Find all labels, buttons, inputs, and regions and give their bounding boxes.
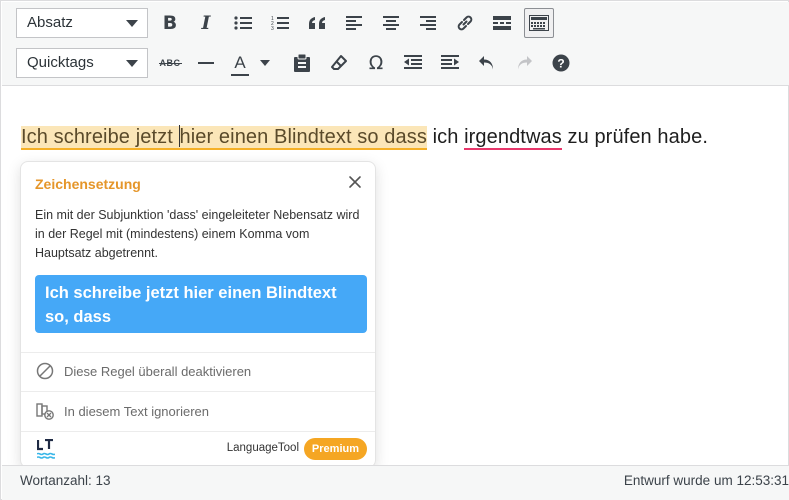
special-character-button[interactable]: Ω — [362, 49, 390, 77]
svg-text:?: ? — [557, 57, 564, 71]
toolbar-toggle-icon — [529, 15, 549, 31]
chevron-down-icon — [126, 60, 138, 67]
divider — [21, 391, 375, 392]
horizontal-line-icon — [198, 62, 214, 64]
strikethrough-button[interactable]: ABC — [156, 49, 184, 77]
horizontal-line-button[interactable] — [192, 49, 220, 77]
plain-text-2: zu prüfen habe. — [561, 126, 708, 148]
suggestion-button[interactable]: Ich schreibe jetzt hier einen Blindtext … — [35, 275, 367, 333]
close-icon — [349, 176, 361, 188]
paste-text-button[interactable] — [288, 49, 316, 77]
editor-frame: Absatz B I 123 Quicktags ABC A Ω ? Ich s… — [0, 0, 789, 500]
indent-icon — [441, 55, 459, 69]
paste-text-icon — [294, 54, 310, 72]
text-color-label: A — [234, 53, 246, 72]
link-icon — [457, 15, 473, 31]
help-icon: ? — [552, 54, 570, 72]
numbered-list-icon: 123 — [271, 16, 289, 31]
divider — [21, 352, 375, 353]
languagetool-popup: Zeichensetzung Ein mit der Subjunktion '… — [20, 161, 376, 468]
redo-icon — [518, 56, 532, 70]
languagetool-brand[interactable]: LanguageTool — [227, 442, 299, 454]
help-button[interactable]: ? — [547, 49, 575, 77]
ignore-icon — [36, 403, 54, 420]
numbered-list-button[interactable]: 123 — [266, 9, 294, 37]
toolbar-toggle-button[interactable] — [524, 8, 554, 38]
text-color-button[interactable]: A — [229, 49, 251, 77]
word-count: Wortanzahl: 13 — [20, 473, 111, 488]
align-right-button[interactable] — [414, 9, 442, 37]
plain-text-1: ich — [426, 126, 465, 148]
popup-footer: LanguageTool Premium — [21, 431, 375, 467]
close-button[interactable] — [347, 174, 363, 190]
outdent-icon — [404, 55, 422, 69]
text-color-dropdown[interactable] — [258, 49, 272, 77]
eraser-icon — [331, 55, 347, 70]
chevron-down-icon — [126, 20, 138, 27]
quicktags-select-value: Quicktags — [27, 54, 94, 71]
disable-rule-label: Diese Regel überall deaktivieren — [64, 363, 252, 379]
align-left-icon — [346, 16, 362, 30]
italic-icon: I — [201, 12, 211, 34]
indent-button[interactable] — [436, 49, 464, 77]
popup-title: Zeichensetzung — [35, 176, 141, 192]
format-select[interactable]: Absatz — [16, 8, 148, 38]
undo-button[interactable] — [473, 49, 501, 77]
align-center-icon — [383, 16, 399, 30]
ignore-in-text-button[interactable]: In diesem Text ignorieren — [35, 401, 209, 421]
languagetool-logo-icon — [37, 439, 55, 459]
disable-rule-button[interactable]: Diese Regel überall deaktivieren — [35, 361, 251, 381]
align-right-icon — [420, 16, 436, 30]
text-color-icon: A — [231, 53, 249, 76]
redo-button[interactable] — [510, 49, 538, 77]
undo-icon — [479, 56, 493, 70]
bullet-list-button[interactable] — [229, 9, 257, 37]
spelling-error-word[interactable]: irgendtwas — [464, 126, 562, 150]
premium-badge[interactable]: Premium — [303, 438, 367, 460]
bold-icon: B — [162, 12, 178, 34]
quicktags-select[interactable]: Quicktags — [16, 48, 148, 78]
outdent-button[interactable] — [399, 49, 427, 77]
align-left-button[interactable] — [340, 9, 368, 37]
grammar-highlight[interactable]: Ich schreibe jetzt hier einen Blindtext … — [21, 125, 427, 150]
blockquote-icon — [309, 17, 325, 29]
save-status: Entwurf wurde um 12:53:31 — [623, 473, 789, 488]
popup-message: Ein mit der Subjunktion 'dass' eingeleit… — [35, 208, 360, 260]
bullet-list-icon — [234, 16, 252, 30]
read-more-icon — [493, 16, 511, 30]
svg-text:3: 3 — [271, 26, 274, 31]
editor-toolbar: Absatz B I 123 Quicktags ABC A Ω ? — [2, 2, 789, 86]
eraser-button[interactable] — [325, 49, 353, 77]
omega-icon: Ω — [368, 52, 384, 74]
chevron-down-icon — [260, 60, 270, 66]
highlight-text-part1: Ich schreibe jetzt — [21, 126, 179, 148]
blockquote-button[interactable] — [303, 9, 331, 37]
read-more-button[interactable] — [488, 9, 516, 37]
bold-button[interactable]: B — [156, 9, 184, 37]
ignore-in-text-label: In diesem Text ignorieren — [64, 403, 210, 419]
strikethrough-icon: ABC — [158, 58, 182, 68]
format-select-value: Absatz — [27, 14, 73, 31]
align-center-button[interactable] — [377, 9, 405, 37]
status-bar: Wortanzahl: 13 Entwurf wurde um 12:53:31 — [2, 465, 789, 500]
block-icon — [36, 362, 54, 380]
link-button[interactable] — [451, 9, 479, 37]
italic-button[interactable]: I — [192, 9, 220, 37]
editor-content[interactable]: Ich schreibe jetzt hier einen Blindtext … — [21, 125, 708, 150]
highlight-text-part2: hier einen Blindtext so dass — [179, 126, 427, 148]
